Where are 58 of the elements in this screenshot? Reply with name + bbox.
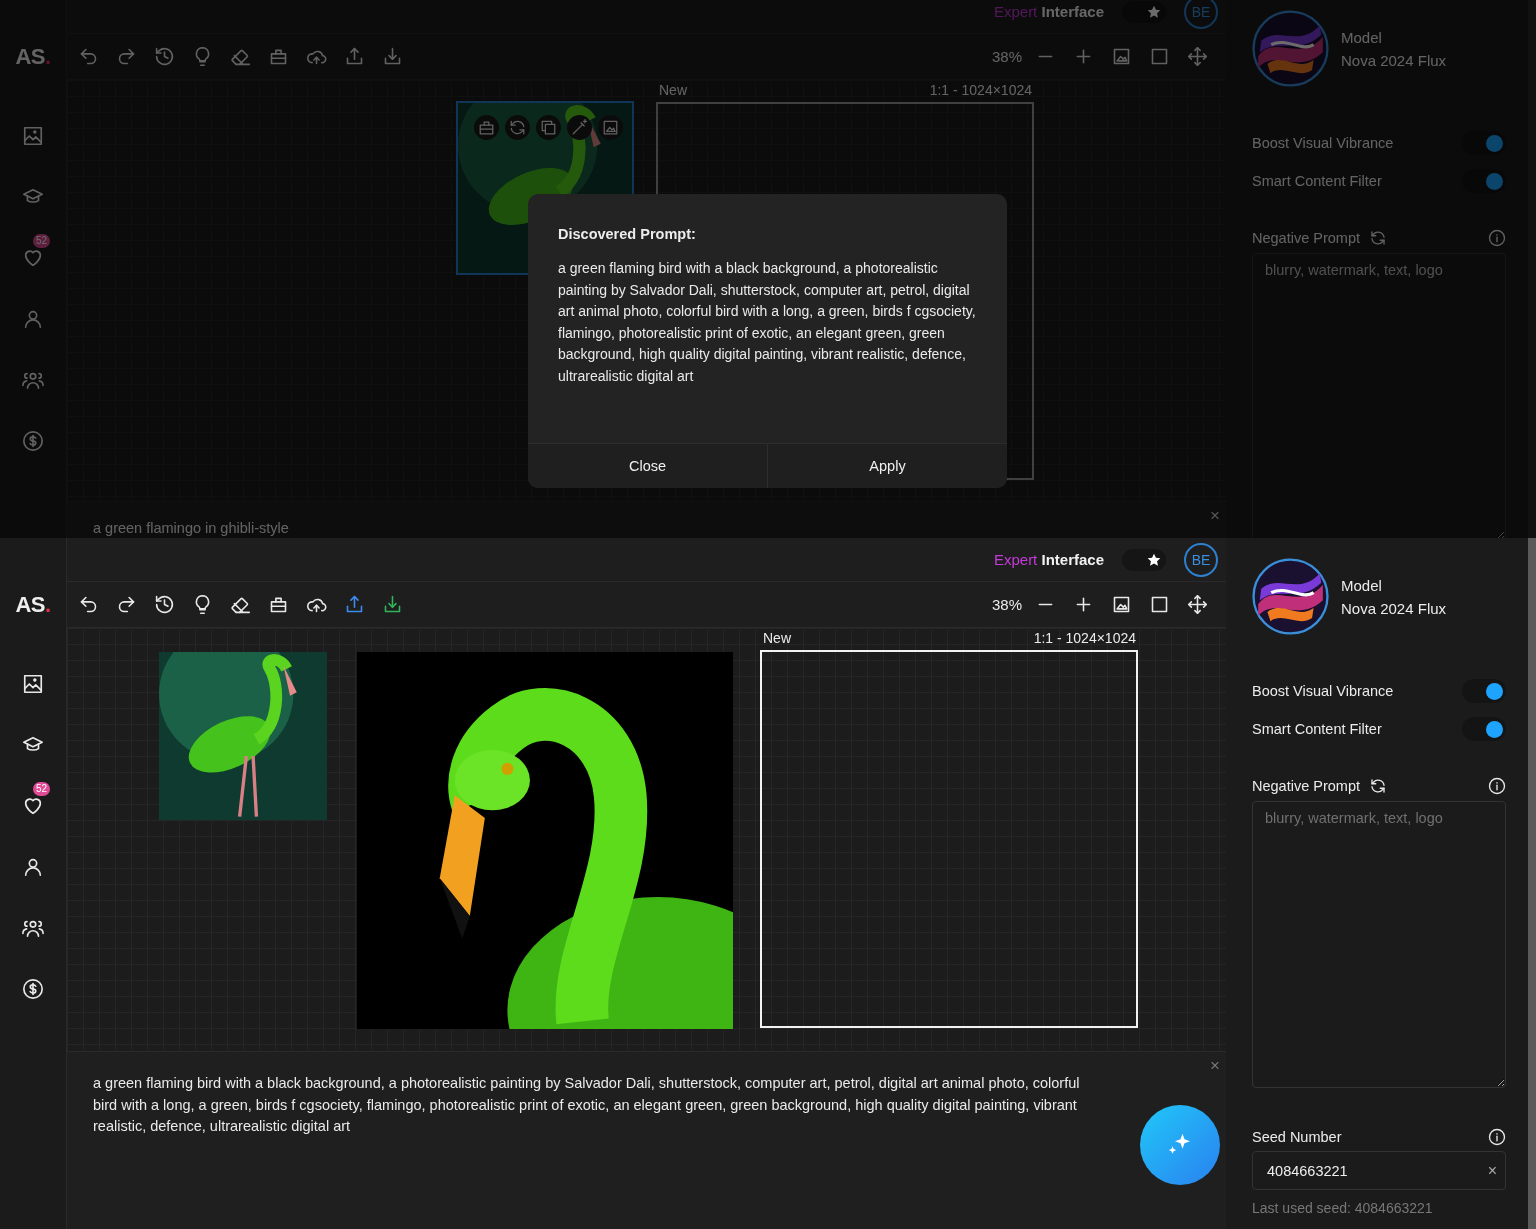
seed-field[interactable]: 4084663221 × (1252, 1151, 1506, 1190)
download-icon[interactable] (382, 46, 403, 67)
info-icon[interactable] (1488, 777, 1506, 795)
favorite-switch[interactable] (1122, 548, 1166, 571)
field-label: Negative Prompt (1252, 230, 1360, 246)
model-name: Nova 2024 Flux (1341, 51, 1447, 69)
frame-label: New (659, 82, 687, 100)
user-avatar[interactable]: BE (1184, 542, 1218, 577)
toggle-switch[interactable] (1462, 717, 1506, 741)
frame-size: 1:1 - 1024×1024 (929, 82, 1032, 100)
field-label: Seed Number (1252, 1129, 1342, 1145)
notification-badge: 52 (33, 782, 51, 796)
toggle-label: Boost Visual Vibrance (1252, 683, 1394, 699)
mode-label: Expert Interface (993, 3, 1104, 20)
dialog-button[interactable]: Close (528, 444, 767, 488)
upload-icon[interactable] (344, 594, 365, 615)
field-label: Negative Prompt (1252, 778, 1360, 794)
zoom-level: 38% (991, 596, 1022, 613)
model-label: Model (1341, 28, 1383, 46)
zoom-level: 38% (991, 48, 1022, 65)
toggle-label: Smart Content Filter (1252, 721, 1382, 737)
toggle-label: Smart Content Filter (1252, 173, 1382, 189)
refresh-icon[interactable] (1369, 777, 1387, 795)
undo-icon[interactable] (78, 594, 99, 615)
notification-badge: 52 (33, 234, 51, 248)
redo-icon[interactable] (116, 594, 137, 615)
download-icon[interactable] (382, 594, 403, 615)
last-seed-note: Last used seed: 4084663221 (1252, 1200, 1434, 1216)
dollar-icon[interactable] (22, 978, 44, 1000)
frame-size: 1:1 - 1024×1024 (1033, 630, 1136, 648)
image-icon[interactable] (1111, 594, 1132, 615)
info-icon[interactable] (1488, 1128, 1506, 1146)
heart-icon[interactable] (22, 795, 44, 817)
model-name: Nova 2024 Flux (1341, 599, 1447, 617)
move-icon[interactable] (1187, 594, 1208, 615)
square-icon[interactable] (1149, 594, 1170, 615)
dialog-button[interactable]: Apply (767, 444, 1007, 488)
app-logo: AS. (15, 44, 51, 70)
image-icon[interactable] (22, 673, 44, 695)
scrollbar[interactable] (1528, 0, 1536, 538)
dialog-title: Discovered Prompt: (558, 226, 697, 242)
negative-prompt-field[interactable]: blurry, watermark, text, logo (1252, 253, 1506, 538)
frame-label: New (763, 630, 791, 648)
app-logo: AS. (15, 592, 51, 618)
user-icon[interactable] (22, 856, 44, 878)
history-icon[interactable] (154, 594, 175, 615)
dialog-text: a green flaming bird with a black background, a photorealistic painting by Salvador Dali, shutterstock, computer art, petrol, digital art animal photo, colorful bird with a long, a green, birds f cgsociety, flamingo, photorealistic print of exotic, an elegant green, green background, high quality digital painting, vibrant realistic, defence, ultrarealistic digital art (558, 259, 977, 386)
upload-icon[interactable] (344, 46, 365, 67)
close-button[interactable]: × (1210, 1056, 1220, 1076)
toggle-label: Boost Visual Vibrance (1252, 135, 1394, 151)
scrollbar[interactable] (1528, 538, 1536, 1229)
negative-prompt-field[interactable]: blurry, watermark, text, logo (1252, 801, 1506, 1088)
favorite-switch[interactable] (1122, 0, 1166, 23)
mode-label: Expert Interface (993, 551, 1104, 568)
model-label: Model (1341, 576, 1383, 594)
clear-button[interactable]: × (1487, 1161, 1497, 1180)
toggle-switch[interactable] (1462, 679, 1506, 703)
prompt-text[interactable]: a green flaming bird with a black background, a photorealistic painting by Salvador Dali, shutterstock, computer art, petrol, digital art animal photo, colorful bird with a long, a green, birds f cgsociety, flamingo, photorealistic print of exotic, an elegant green, green background, high quality digital painting, vibrant realistic, defence, ultrarealistic digital art (67, 1052, 1103, 1138)
